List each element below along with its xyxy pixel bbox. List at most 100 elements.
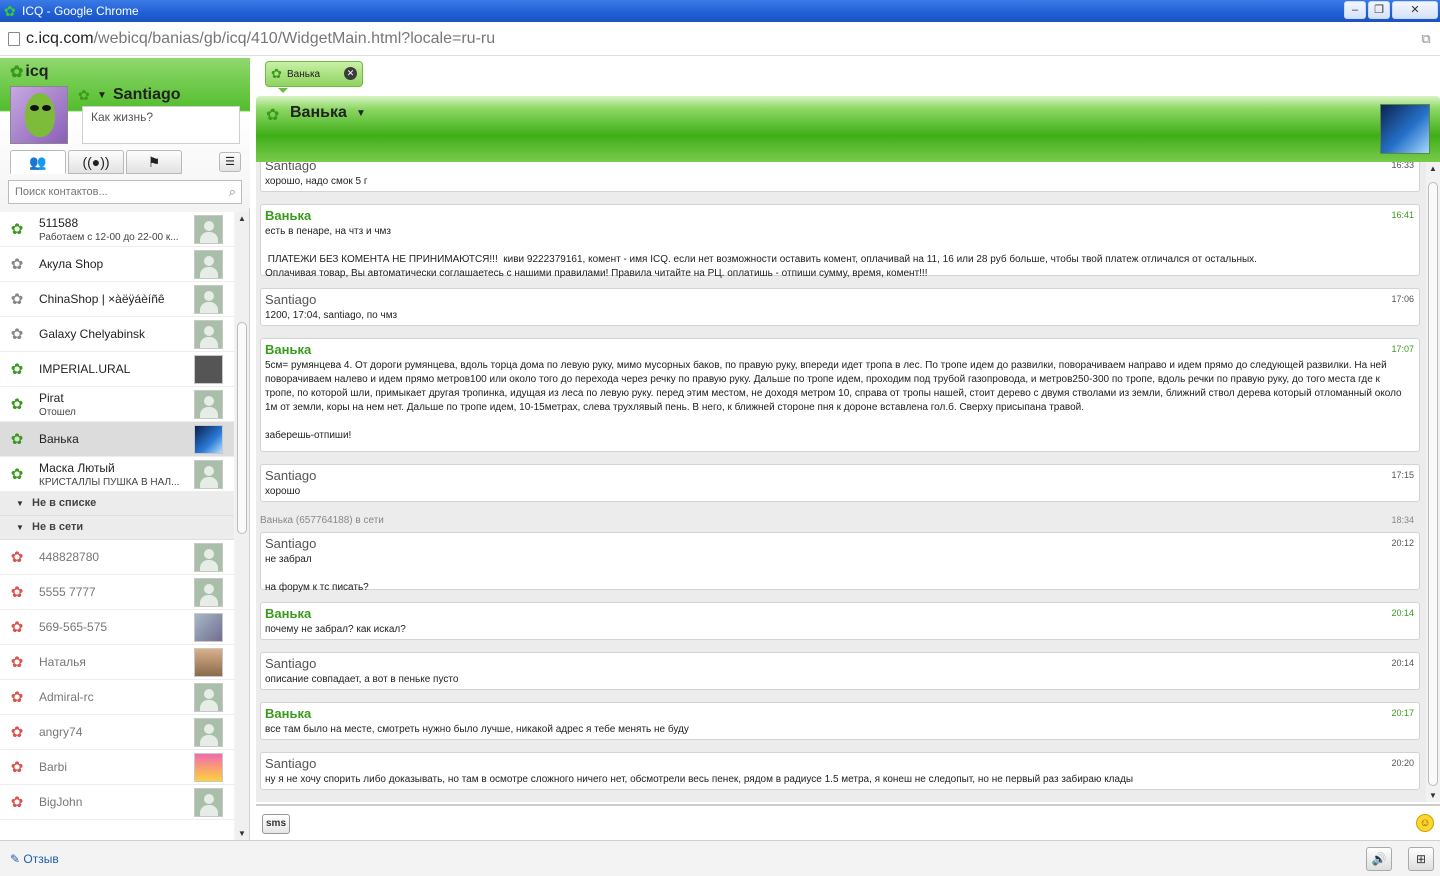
- contact-avatar: [194, 578, 223, 607]
- close-tab-icon[interactable]: ✕: [344, 67, 357, 80]
- url-text[interactable]: c.icq.com/webicq/banias/gb/icq/410/Widge…: [26, 30, 495, 48]
- message: Santiago 17:15 хорошо: [260, 464, 1420, 502]
- contact-avatar: [194, 285, 223, 314]
- contact-item[interactable]: ✿ Маска Лютый КРИСТАЛЛЫ ПУШКА В НАЛ...: [0, 457, 234, 492]
- window-titlebar: ✿ ICQ - Google Chrome – ❐ ✕: [0, 0, 1440, 22]
- contact-status-text: Отошел: [39, 407, 76, 418]
- scrollbar-thumb[interactable]: [237, 322, 247, 534]
- contact-item[interactable]: ✿ 569-565-575: [0, 610, 234, 645]
- search-input[interactable]: [9, 181, 215, 203]
- scroll-down-icon[interactable]: ▼: [1428, 791, 1438, 800]
- status-message-input[interactable]: Как жизнь?: [82, 106, 240, 144]
- contact-avatar: [194, 788, 223, 817]
- sound-settings-icon[interactable]: 🔊: [1366, 847, 1392, 871]
- scroll-down-icon[interactable]: ▼: [237, 829, 247, 838]
- contacts-panel: ✿ icq ✿ ▼ Santiago Как жизнь? 👥 ((●)) ⚑ ☰…: [0, 58, 250, 840]
- search-icon[interactable]: ⌕: [229, 184, 236, 200]
- contact-item[interactable]: ✿ Акула Shop: [0, 247, 234, 282]
- status-footer: ✎ Отзыв 🔊 ⊞: [0, 840, 1440, 876]
- feedback-link[interactable]: ✎ Отзыв: [10, 852, 59, 866]
- extension-icon[interactable]: ⧉: [1418, 31, 1434, 47]
- contact-name: 511588: [39, 216, 79, 230]
- message-history: Santiago 16:33 хорошо, надо смок 5 г Ван…: [256, 162, 1426, 802]
- message: Santiago 16:33 хорошо, надо смок 5 г: [260, 162, 1420, 192]
- message: Santiago 17:06 1200, 17:04, santiago, по…: [260, 288, 1420, 326]
- contact-avatar: [194, 683, 223, 712]
- message: Ванька 20:14 почему не забрал? как искал…: [260, 602, 1420, 640]
- message-input[interactable]: [298, 809, 1408, 837]
- my-avatar[interactable]: [10, 86, 68, 144]
- restore-button[interactable]: ❐: [1368, 1, 1390, 19]
- group-not-in-list[interactable]: ▼ Не в списке: [0, 492, 234, 516]
- contact-avatar: [194, 390, 223, 419]
- contact-item[interactable]: ✿ Galaxy Chelyabinsk: [0, 317, 234, 352]
- group-label: Не в списке: [32, 497, 97, 509]
- contact-item[interactable]: ✿ Наталья: [0, 645, 234, 680]
- message-text: все там было на месте, смотреть нужно бы…: [265, 724, 689, 735]
- message: Santiago 20:12 не забрал на форум к тс п…: [260, 532, 1420, 593]
- contact-item[interactable]: ✿ 448828780: [0, 540, 234, 575]
- contact-menu-caret-icon[interactable]: ▼: [356, 108, 366, 119]
- url-path: /webicq/banias/gb/icq/410/WidgetMain.htm…: [93, 29, 496, 47]
- contacts-menu-button[interactable]: ☰: [219, 152, 241, 172]
- status-caret-icon[interactable]: ▼: [97, 90, 107, 101]
- message: Santiago 20:20 ну я не хочу спорить либо…: [260, 752, 1420, 790]
- contact-avatar: [194, 320, 223, 349]
- contact-avatar: [194, 460, 223, 489]
- my-status-icon[interactable]: ✿: [78, 88, 92, 102]
- status-offline-icon: ✿: [10, 619, 24, 636]
- contact-avatar: [194, 355, 223, 384]
- message-scrollbar[interactable]: ▲ ▼: [1426, 162, 1440, 802]
- contact-item[interactable]: ✿ Admiral-rc: [0, 680, 234, 715]
- profile-header: ✿ icq ✿ ▼ Santiago Как жизнь? 👥 ((●)) ⚑ ☰…: [0, 58, 250, 208]
- chat-contact-name[interactable]: Ванька: [290, 104, 347, 122]
- contact-item[interactable]: ✿ 511588 Работаем с 12-00 до 22-00 к...: [0, 212, 234, 247]
- message-compose-bar: sms ☺: [256, 804, 1440, 840]
- group-offline[interactable]: ▼ Не в сети: [0, 516, 234, 540]
- scroll-up-icon[interactable]: ▲: [237, 214, 247, 223]
- tab-broadcast[interactable]: ((●)): [68, 150, 124, 174]
- sms-button[interactable]: sms: [262, 814, 290, 834]
- alien-avatar-icon: [25, 93, 55, 137]
- close-window-button[interactable]: ✕: [1392, 1, 1438, 19]
- scrollbar-thumb[interactable]: [1428, 182, 1438, 786]
- chat-header: ✿ Ванька ▼: [256, 96, 1440, 162]
- contact-name: Admiral-rc: [39, 690, 94, 704]
- minimize-button[interactable]: –: [1344, 1, 1366, 19]
- contact-item[interactable]: ✿ angry74: [0, 715, 234, 750]
- contact-item[interactable]: ✿ BigJohn: [0, 785, 234, 820]
- contact-name: BigJohn: [39, 795, 83, 809]
- chat-tab[interactable]: ✿ Ванька ✕: [265, 61, 363, 93]
- sidebar-tabs: 👥 ((●)) ⚑: [10, 150, 184, 174]
- tab-contacts[interactable]: 👥: [10, 150, 66, 174]
- message: Santiago 20:14 описание совпадает, а вот…: [260, 652, 1420, 690]
- address-bar[interactable]: c.icq.com/webicq/banias/gb/icq/410/Widge…: [0, 22, 1440, 56]
- message-author: Ванька: [265, 706, 312, 721]
- message-text: почему не забрал? как искал?: [265, 624, 406, 635]
- icq-flower-icon: ✿: [10, 64, 24, 81]
- contact-item[interactable]: ✿ Pirat Отошел: [0, 387, 234, 422]
- status-offline-icon: ✿: [10, 654, 24, 671]
- contact-item[interactable]: ✿ ChinaShop | ×àëÿáèíñê: [0, 282, 234, 317]
- contact-item[interactable]: ✿ Barbi: [0, 750, 234, 785]
- contact-item[interactable]: ✿ IMPERIAL.URAL: [0, 352, 234, 387]
- contact-name: 569-565-575: [39, 620, 108, 634]
- window-title: ICQ - Google Chrome: [22, 4, 139, 18]
- window-mode-icon[interactable]: ⊞: [1408, 847, 1434, 871]
- contact-item[interactable]: ✿ 5555 7777: [0, 575, 234, 610]
- contact-name: angry74: [39, 725, 83, 739]
- contact-list-scrollbar[interactable]: ▲ ▼: [235, 212, 249, 840]
- message-author: Ванька: [265, 208, 312, 223]
- window-controls: – ❐ ✕: [1344, 0, 1440, 22]
- message: Ванька 16:41 есть в пенаре, на чтз и чмз…: [260, 204, 1420, 279]
- contact-item-selected[interactable]: ✿ Ванька: [0, 422, 234, 457]
- message-author: Ванька: [265, 342, 312, 357]
- my-name: Santiago: [113, 86, 181, 103]
- contact-name: Galaxy Chelyabinsk: [39, 327, 146, 341]
- tab-flag[interactable]: ⚑: [126, 150, 182, 174]
- status-offline-icon: ✿: [10, 794, 24, 811]
- message-text: ну я не хочу спорить либо доказывать, но…: [265, 774, 1134, 785]
- status-away-icon: ✿: [10, 256, 24, 273]
- emoticon-icon[interactable]: ☺: [1416, 814, 1434, 832]
- scroll-up-icon[interactable]: ▲: [1428, 164, 1438, 173]
